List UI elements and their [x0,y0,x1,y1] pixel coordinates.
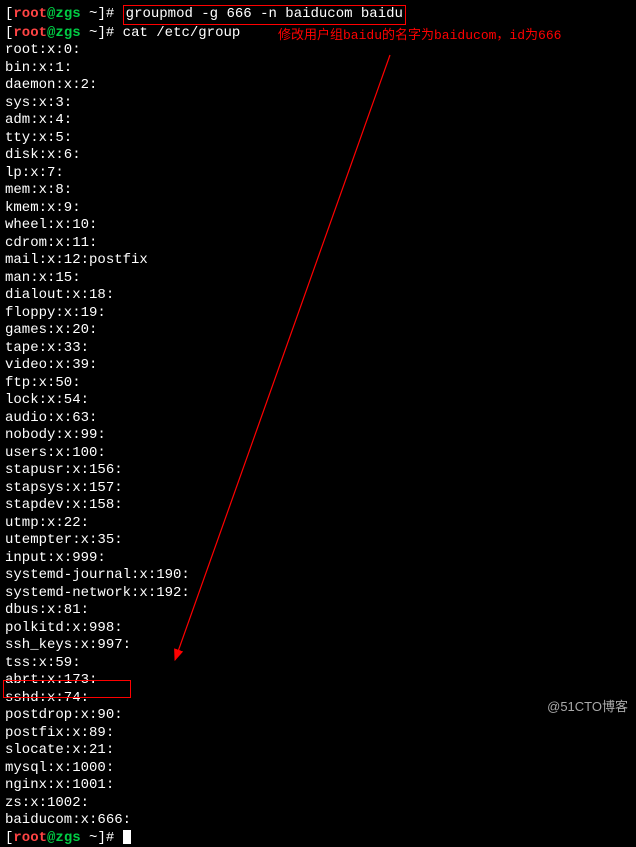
group-output: root:x:0:bin:x:1:daemon:x:2:sys:x:3:adm:… [5,42,631,830]
prompt-at: @ [47,830,55,846]
bracket-open: [ [5,830,13,846]
group-entry: tss:x:59: [5,655,631,673]
group-entry: video:x:39: [5,357,631,375]
command-2[interactable]: cat /etc/group [123,25,241,41]
group-entry: floppy:x:19: [5,305,631,323]
group-entry: systemd-journal:x:190: [5,567,631,585]
group-entry: disk:x:6: [5,147,631,165]
group-entry: lock:x:54: [5,392,631,410]
prompt-host: zgs [55,25,80,41]
group-entry: dbus:x:81: [5,602,631,620]
group-entry: systemd-network:x:192: [5,585,631,603]
group-entry: dialout:x:18: [5,287,631,305]
group-entry: nobody:x:99: [5,427,631,445]
group-entry: daemon:x:2: [5,77,631,95]
bracket-close: ] [97,25,105,41]
prompt-dir: ~ [89,830,97,846]
group-entry: cdrom:x:11: [5,235,631,253]
prompt-symbol: # [106,830,114,846]
prompt-host: zgs [55,6,80,22]
prompt-user: root [13,25,47,41]
group-entry: polkitd:x:998: [5,620,631,638]
bracket-close: ] [97,6,105,22]
group-entry: bin:x:1: [5,60,631,78]
group-entry: utempter:x:35: [5,532,631,550]
group-entry: postdrop:x:90: [5,707,631,725]
group-entry: mysql:x:1000: [5,760,631,778]
command-highlight-box: groupmod -g 666 -n baiducom baidu [123,5,406,25]
group-entry: stapsys:x:157: [5,480,631,498]
group-entry: tty:x:5: [5,130,631,148]
group-entry: utmp:x:22: [5,515,631,533]
group-entry: stapdev:x:158: [5,497,631,515]
cursor[interactable] [123,830,131,844]
group-entry: users:x:100: [5,445,631,463]
group-entry: ftp:x:50: [5,375,631,393]
group-entry: baiducom:x:666: [5,812,631,830]
prompt-symbol: # [106,25,114,41]
group-entry: nginx:x:1001: [5,777,631,795]
group-entry: kmem:x:9: [5,200,631,218]
group-entry: sys:x:3: [5,95,631,113]
group-entry: slocate:x:21: [5,742,631,760]
prompt-user: root [13,830,47,846]
result-highlight-box [3,680,131,698]
watermark: @51CTO博客 [547,696,628,715]
prompt-symbol: # [106,6,114,22]
group-entry: input:x:999: [5,550,631,568]
group-entry: postfix:x:89: [5,725,631,743]
group-entry: mem:x:8: [5,182,631,200]
group-entry: lp:x:7: [5,165,631,183]
group-entry: mail:x:12:postfix [5,252,631,270]
prompt-line-1: [root@zgs ~]# groupmod -g 666 -n baiduco… [5,5,631,25]
group-entry: zs:x:1002: [5,795,631,813]
group-entry: tape:x:33: [5,340,631,358]
command-1[interactable]: groupmod -g 666 -n baiducom baidu [126,6,403,22]
group-entry: man:x:15: [5,270,631,288]
group-entry: root:x:0: [5,42,631,60]
annotation-text: 修改用户组baidu的名字为baiducom，id为666 [278,24,561,43]
prompt-user: root [13,6,47,22]
group-entry: stapusr:x:156: [5,462,631,480]
group-entry: ssh_keys:x:997: [5,637,631,655]
group-entry: adm:x:4: [5,112,631,130]
group-entry: games:x:20: [5,322,631,340]
group-entry: audio:x:63: [5,410,631,428]
bracket-close: ] [97,830,105,846]
group-entry: wheel:x:10: [5,217,631,235]
prompt-line-3: [root@zgs ~]# [5,830,631,847]
prompt-host: zgs [55,830,80,846]
